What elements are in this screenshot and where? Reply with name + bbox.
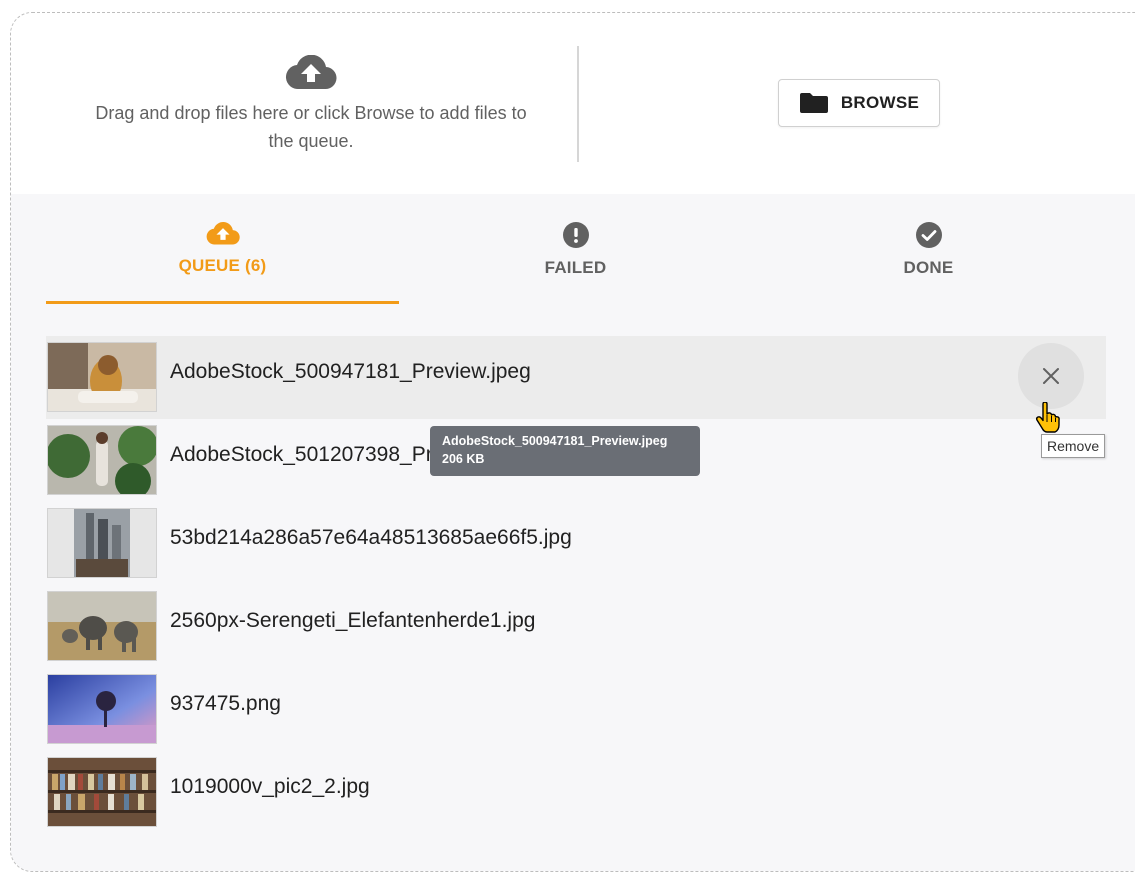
file-thumbnail	[47, 342, 157, 412]
exclamation-circle-icon	[562, 222, 589, 248]
file-name: 1019000v_pic2_2.jpg	[170, 775, 370, 798]
file-thumbnail	[47, 757, 157, 827]
file-name: 53bd214a286a57e64a48513685ae66f5.jpg	[170, 526, 572, 549]
folder-icon	[799, 93, 828, 113]
file-info-tooltip: AdobeStock_500947181_Preview.jpeg 206 KB	[430, 426, 700, 476]
active-tab-indicator	[46, 301, 399, 304]
tab-queue[interactable]: QUEUE (6)	[46, 194, 399, 304]
file-row[interactable]: AdobeStock_500947181_Preview.jpeg	[46, 336, 1106, 419]
tab-queue-label: QUEUE (6)	[178, 256, 267, 275]
file-row[interactable]: 1019000v_pic2_2.jpg	[46, 751, 1106, 834]
tab-failed[interactable]: FAILED	[399, 194, 752, 304]
status-tabs: QUEUE (6) FAILED DONE	[46, 194, 1106, 304]
hand-pointer-icon	[1035, 402, 1060, 433]
file-name: 2560px-Serengeti_Elefantenherde1.jpg	[170, 609, 536, 632]
divider	[577, 46, 579, 162]
tooltip-file-name: AdobeStock_500947181_Preview.jpeg	[442, 434, 668, 448]
file-row[interactable]: 53bd214a286a57e64a48513685ae66f5.jpg	[46, 502, 1106, 585]
queue-panel: QUEUE (6) FAILED DONE AdobeStock_5009471…	[11, 194, 1135, 871]
cloud-upload-icon	[206, 222, 240, 245]
drop-instructions: Drag and drop files here or click Browse…	[41, 55, 581, 155]
file-row[interactable]: 937475.png	[46, 668, 1106, 751]
check-circle-icon	[915, 222, 942, 248]
remove-button[interactable]	[1018, 343, 1084, 409]
browse-button[interactable]: BROWSE	[778, 79, 940, 127]
tab-done[interactable]: DONE	[752, 194, 1105, 304]
file-name: AdobeStock_500947181_Preview.jpeg	[170, 360, 531, 383]
browse-label: BROWSE	[840, 93, 920, 112]
remove-tooltip: Remove	[1041, 434, 1106, 458]
file-thumbnail	[47, 425, 157, 495]
tooltip-file-size: 206 KB	[442, 452, 485, 466]
file-thumbnail	[47, 591, 157, 661]
drop-zone[interactable]: Drag and drop files here or click Browse…	[11, 13, 1135, 194]
cloud-upload-icon	[286, 55, 337, 90]
file-thumbnail	[47, 674, 157, 744]
file-name: 937475.png	[170, 692, 281, 715]
file-row[interactable]: 2560px-Serengeti_Elefantenherde1.jpg	[46, 585, 1106, 668]
file-queue-list: AdobeStock_500947181_Preview.jpeg AdobeS…	[46, 336, 1106, 834]
drop-instruction-line1: Drag and drop files here or click Browse…	[95, 103, 527, 123]
tab-failed-label: FAILED	[544, 258, 607, 277]
tab-done-label: DONE	[903, 258, 954, 277]
file-thumbnail	[47, 508, 157, 578]
drop-instruction-line2: the queue.	[268, 131, 354, 151]
close-icon	[1043, 368, 1059, 384]
